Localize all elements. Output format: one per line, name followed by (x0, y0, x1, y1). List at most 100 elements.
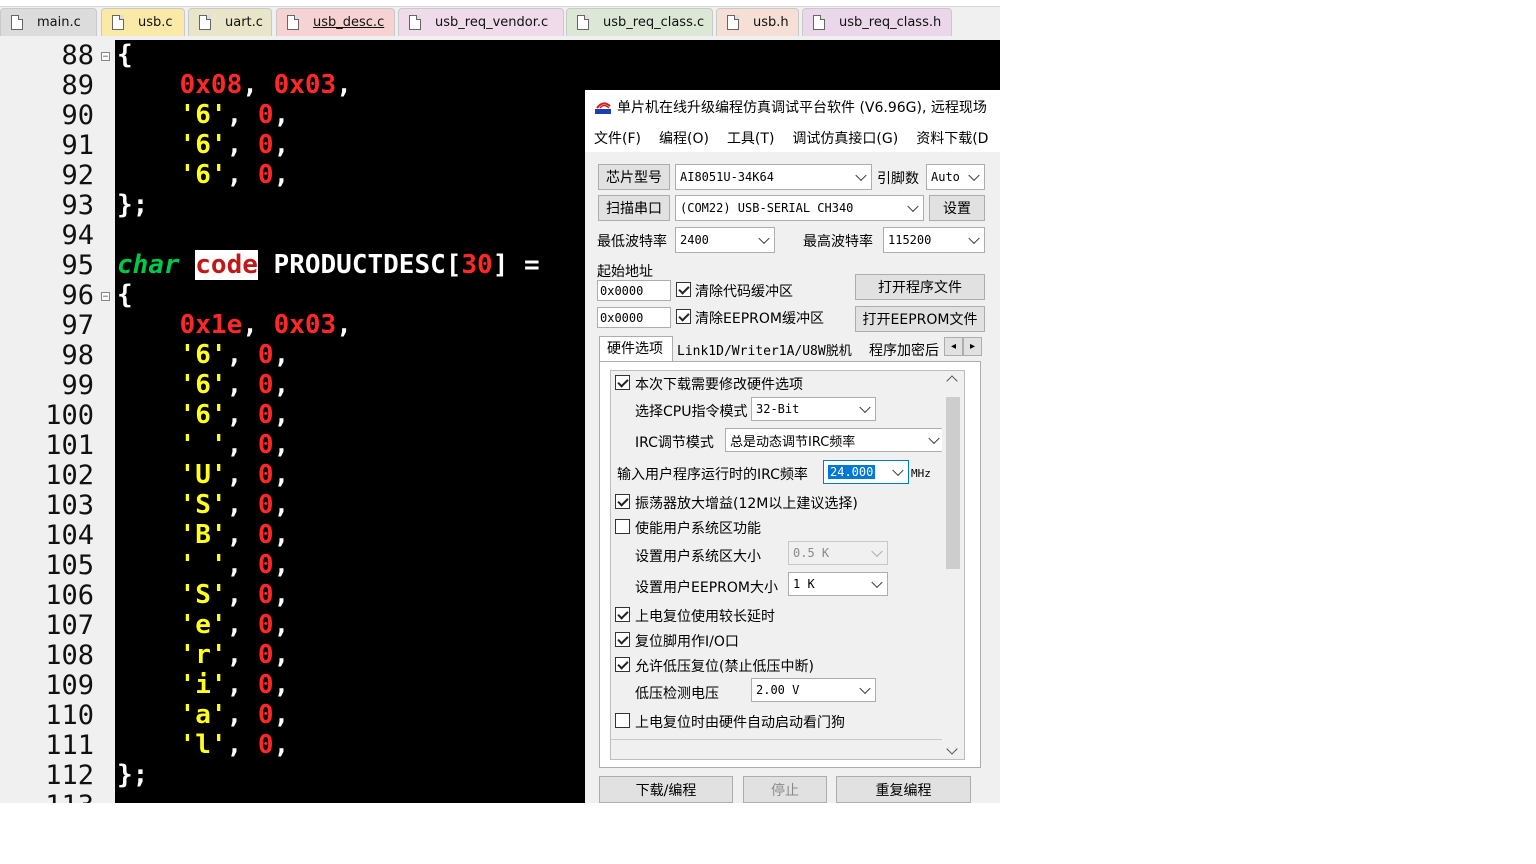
irc-frequency-input[interactable]: 24.000 (823, 460, 909, 484)
tab-file[interactable]: usb_req_class.h (802, 8, 952, 36)
scrollbar-thumb[interactable] (946, 397, 960, 569)
code-line: { (117, 40, 133, 70)
code-line: char code PRODUCTDESC[30] = (117, 250, 540, 280)
code-line: }; (117, 190, 149, 220)
eeprom-size-label: 设置用户EEPROM大小 (635, 580, 778, 596)
lvd-voltage-select[interactable]: 2.00 V (751, 678, 876, 702)
line-number: 110 (45, 700, 94, 731)
editor-window: main.c usb.c uart.c usb_desc.c usb_req_vendo… (0, 0, 1000, 803)
chevron-down-icon (859, 401, 871, 414)
code-line: ' ', 0, (179, 430, 290, 460)
tab-encryption[interactable]: 程序加密后 (869, 340, 939, 360)
open-program-file-button[interactable]: 打开程序文件 (855, 274, 985, 300)
code-start-address-input[interactable]: 0x0000 (597, 280, 671, 301)
clear-eeprom-checkbox[interactable] (676, 309, 691, 324)
tab-file[interactable]: usb_req_vendor.c (398, 8, 564, 36)
tab-label: usb.c (138, 15, 173, 30)
chevron-down-icon (928, 432, 940, 445)
scroll-up-icon[interactable] (946, 375, 958, 387)
tab-scroll-left-button[interactable]: ◂ (944, 337, 963, 356)
clear-code-checkbox[interactable] (676, 282, 691, 297)
code-line: 'l', 0, (179, 730, 290, 760)
modify-hardware-checkbox[interactable] (615, 375, 630, 390)
tab-file[interactable]: usb.h (716, 8, 799, 36)
hardware-options-list: 本次下载需要修改硬件选项 选择CPU指令模式 32-Bit IRC调节模式 总是… (610, 370, 965, 760)
serial-port-select[interactable]: (COM22) USB-SERIAL CH340 (675, 195, 924, 221)
code-line: 'U', 0, (179, 460, 290, 490)
file-icon (112, 15, 124, 30)
line-number: 101 (45, 430, 94, 461)
code-line: 'a', 0, (179, 700, 290, 730)
file-icon (409, 15, 421, 30)
watchdog-checkbox[interactable] (615, 713, 630, 728)
menu-item[interactable]: 文件(F) (594, 128, 641, 148)
menu-item[interactable]: 资料下载(D (916, 128, 988, 148)
chevron-down-icon (871, 576, 883, 589)
cpu-mode-select[interactable]: 32-Bit (751, 397, 876, 421)
options-scrollbar[interactable] (942, 371, 964, 759)
osc-gain-label: 振荡器放大增益(12M以上建议选择) (635, 496, 858, 512)
line-number: 107 (45, 610, 94, 641)
scroll-down-icon[interactable] (946, 743, 958, 755)
max-baud-select[interactable]: 115200 (883, 227, 985, 253)
chip-model-button[interactable]: 芯片型号 (598, 164, 670, 190)
code-line: 0x1e, 0x03, (179, 310, 352, 340)
scan-port-button[interactable]: 扫描串口 (598, 195, 670, 221)
menu-bar: 文件(F) 编程(O) 工具(T) 调试仿真接口(G) 资料下载(D (585, 124, 1000, 152)
tab-file[interactable]: main.c (0, 8, 97, 36)
osc-gain-checkbox[interactable] (615, 494, 630, 509)
tab-file[interactable]: usb_desc.c (276, 8, 395, 36)
line-number: 103 (45, 490, 94, 521)
lvd-voltage-label: 低压检测电压 (635, 686, 719, 702)
code-line: }; (117, 760, 149, 790)
fold-toggle-icon[interactable]: − (101, 292, 110, 302)
stop-button[interactable]: 停止 (743, 776, 827, 803)
low-voltage-reset-checkbox[interactable] (615, 657, 630, 672)
open-eeprom-file-button[interactable]: 打开EEPROM文件 (855, 306, 985, 332)
irc-frequency-unit: MHz (911, 467, 931, 480)
tab-file[interactable]: usb_req_class.c (566, 8, 713, 36)
fold-toggle-icon[interactable]: − (101, 52, 110, 62)
chevron-down-icon (892, 464, 904, 477)
tab-file[interactable]: uart.c (188, 8, 272, 36)
download-program-button[interactable]: 下载/编程 (599, 776, 733, 803)
line-number: 106 (45, 580, 94, 611)
tab-file[interactable]: usb.c (101, 8, 185, 36)
line-number: 105 (45, 550, 94, 581)
line-number: 93 (61, 190, 94, 221)
tab-offline-writer[interactable]: Link1D/Writer1A/U8W脱机 (677, 340, 852, 359)
reset-pin-io-checkbox[interactable] (615, 632, 630, 647)
user-system-area-checkbox[interactable] (615, 519, 630, 534)
chevron-down-icon (907, 200, 919, 213)
file-icon (287, 15, 299, 30)
tab-scroll-right-button[interactable]: ▸ (963, 337, 982, 356)
line-number: 88 (61, 40, 94, 71)
user-system-area-label: 使能用户系统区功能 (635, 521, 761, 537)
repeat-program-button[interactable]: 重复编程 (836, 776, 971, 803)
code-line: '6', 0, (179, 160, 290, 190)
code-line: 'S', 0, (179, 490, 290, 520)
tab-label: main.c (37, 15, 81, 30)
min-baud-select[interactable]: 2400 (675, 227, 775, 253)
code-line: 0x08, 0x03, (179, 70, 352, 100)
menu-item[interactable]: 调试仿真接口(G) (792, 128, 898, 148)
modify-hardware-label: 本次下载需要修改硬件选项 (635, 377, 803, 393)
line-number: 109 (45, 670, 94, 701)
code-line: 'S', 0, (179, 580, 290, 610)
line-number: 113 (0, 791, 94, 804)
irc-mode-select[interactable]: 总是动态调节IRC频率 (725, 428, 945, 452)
pin-count-select[interactable]: Auto (926, 164, 985, 190)
chip-model-select[interactable]: AI8051U-34K64 (675, 164, 872, 190)
reset-pin-io-label: 复位脚用作I/O口 (635, 634, 739, 650)
watchdog-label: 上电复位时由硬件自动启动看门狗 (635, 715, 845, 731)
tab-hardware-options[interactable]: 硬件选项 (599, 336, 673, 362)
start-address-label: 起始地址 (597, 264, 653, 280)
port-settings-button[interactable]: 设置 (929, 195, 985, 221)
menu-item[interactable]: 工具(T) (727, 128, 774, 148)
min-baud-label: 最低波特率 (597, 234, 667, 250)
menu-item[interactable]: 编程(O) (659, 128, 709, 148)
eeprom-size-select[interactable]: 1 K (788, 572, 888, 596)
long-reset-delay-checkbox[interactable] (615, 607, 630, 622)
eeprom-start-address-input[interactable]: 0x0000 (597, 307, 671, 328)
line-number: 97 (61, 310, 94, 341)
